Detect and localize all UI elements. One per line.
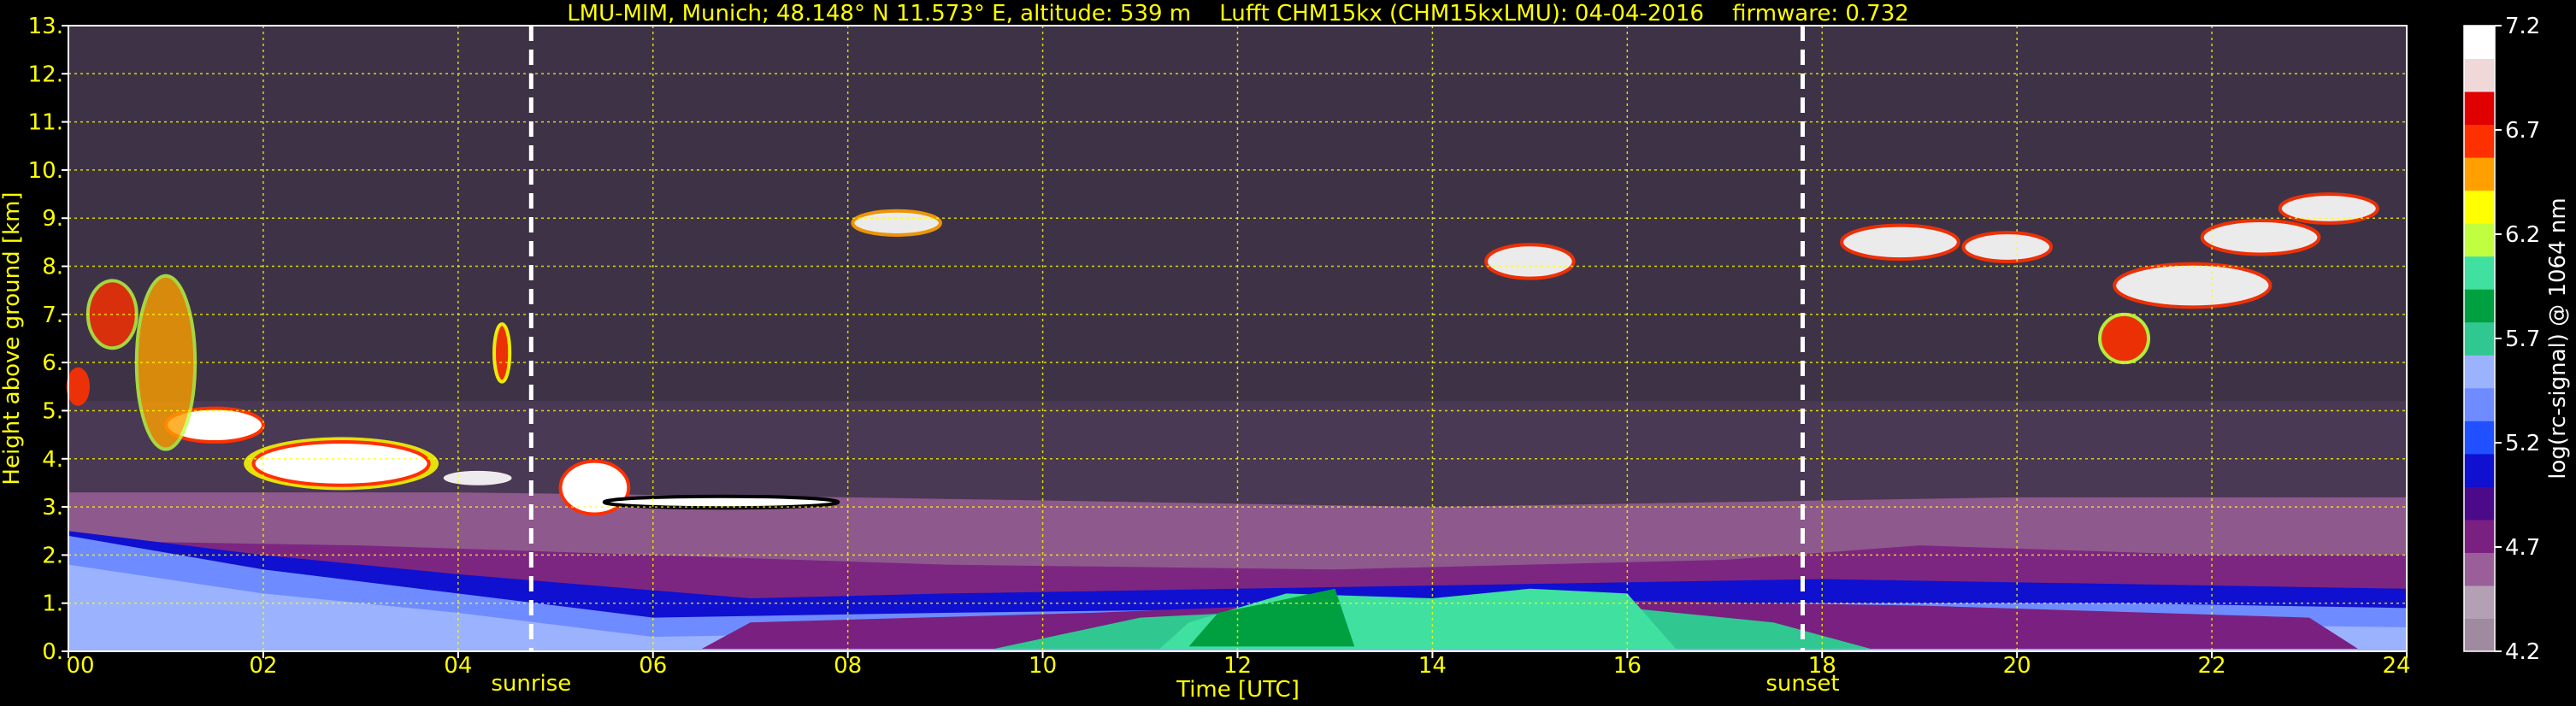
y-tick-label: 12. <box>28 62 63 87</box>
x-tick-label: 20 <box>2003 653 2031 679</box>
x-tick-label: 12 <box>1223 653 1252 679</box>
cloud-patch <box>2200 219 2321 256</box>
colorbar-segment <box>2464 618 2495 652</box>
chart-title: LMU-MIM, Munich; 48.148° N 11.573° E, al… <box>567 1 1909 26</box>
y-tick-label: 6. <box>42 350 63 376</box>
colorbar-label: log(rc-signal) @ 1064 nm <box>2545 197 2571 479</box>
y-tick-label: 2. <box>42 543 63 568</box>
x-tick-label: 08 <box>834 653 862 679</box>
x-axis-label: Time [UTC] <box>1176 677 1300 703</box>
colorbar-segment <box>2464 355 2495 389</box>
colorbar-segment <box>2464 26 2495 60</box>
x-tick-label: 18 <box>1808 653 1836 679</box>
y-tick-label: 3. <box>42 495 63 521</box>
cloud-patch <box>2113 262 2272 309</box>
marker-label-sunrise: sunrise <box>491 671 571 697</box>
cloud-patch <box>1840 223 1960 262</box>
colorbar-segment <box>2464 421 2495 455</box>
y-tick-label: 7. <box>42 303 63 328</box>
colorbar-segment <box>2464 321 2495 356</box>
plot-area: sunrise sunset <box>66 25 2408 697</box>
y-axis-label: Height above ground [km] <box>0 191 25 485</box>
x-tick-label: 00 <box>66 653 94 679</box>
colorbar-segment <box>2464 256 2495 290</box>
colorbar-tick-label: 5.2 <box>2505 431 2540 456</box>
y-tick-label: 1. <box>42 591 63 617</box>
y-tick-label: 10. <box>28 158 63 184</box>
colorbar-segment <box>2464 585 2495 619</box>
colorbar-segment <box>2464 124 2495 158</box>
cloud-patch <box>443 470 512 485</box>
x-tick-label: 14 <box>1418 653 1447 679</box>
colorbar-segment <box>2464 552 2495 586</box>
colorbar-tick-label: 4.2 <box>2505 639 2540 665</box>
cloud-patch <box>2098 312 2151 365</box>
y-tick-label: 5. <box>42 398 63 424</box>
colorbar-segment <box>2464 453 2495 487</box>
y-tick-label: 4. <box>42 447 63 473</box>
x-tick-label: 16 <box>1613 653 1642 679</box>
colorbar-tick-label: 7.2 <box>2505 14 2540 39</box>
colorbar-segment <box>2464 223 2495 257</box>
cloud-patch <box>602 494 840 510</box>
cloud-patch <box>251 440 431 487</box>
x-tick-label: 10 <box>1029 653 1057 679</box>
colorbar-segment <box>2464 387 2495 421</box>
x-tick-label: 22 <box>2198 653 2226 679</box>
cloud-patch <box>66 367 91 406</box>
x-tick-label: 24 <box>2382 653 2410 679</box>
colorbar-tick-label: 6.2 <box>2505 222 2540 248</box>
cloud-patch <box>492 322 512 384</box>
colorbar-segment <box>2464 289 2495 323</box>
y-tick-label: 13. <box>28 14 63 39</box>
colorbar-tick-label: 5.7 <box>2505 327 2540 352</box>
cloud-patch <box>1484 243 1576 280</box>
cloud-patch <box>851 209 942 237</box>
x-tick-label: 04 <box>444 653 472 679</box>
colorbar-segment <box>2464 486 2495 521</box>
cloud-patch <box>1961 231 2054 263</box>
y-tick-label: 0. <box>42 639 63 665</box>
x-tick-label: 02 <box>249 653 277 679</box>
y-tick-label: 9. <box>42 206 63 232</box>
colorbar-tick-label: 6.7 <box>2505 118 2540 144</box>
colorbar-segment <box>2464 519 2495 553</box>
colorbar-segment <box>2464 190 2495 224</box>
y-tick-label: 8. <box>42 255 63 280</box>
colorbar-segment <box>2464 91 2495 126</box>
x-tick-label: 06 <box>639 653 667 679</box>
lidar-chart: LMU-MIM, Munich; 48.148° N 11.573° E, al… <box>0 0 2576 706</box>
colorbar-segment <box>2464 58 2495 92</box>
y-tick-label: 11. <box>28 110 63 136</box>
colorbar-segment <box>2464 157 2495 191</box>
colorbar-tick-label: 4.7 <box>2505 535 2540 561</box>
